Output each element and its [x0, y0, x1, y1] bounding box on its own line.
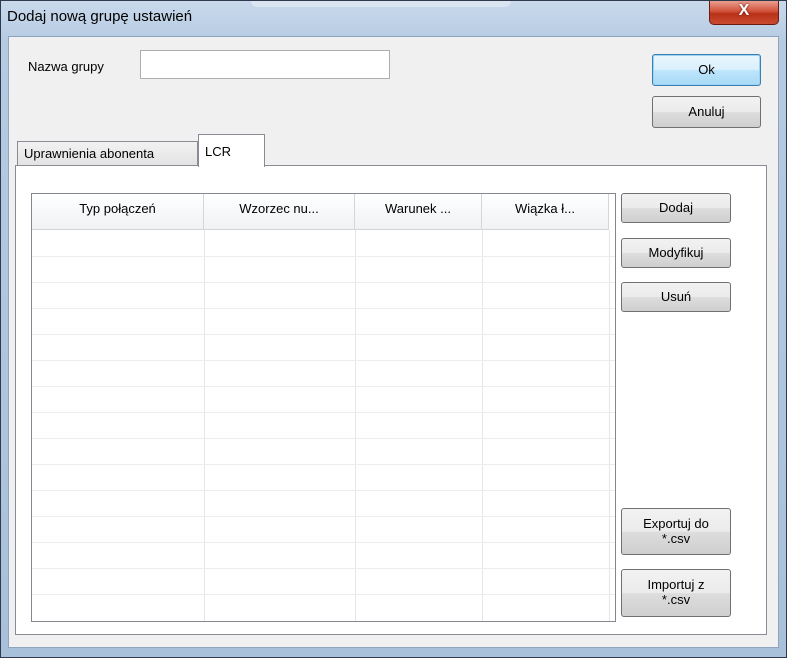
lcr-tab-panel: Typ połączeń Wzorzec nu... Warunek ... W… [15, 165, 767, 635]
row-divider [32, 542, 615, 543]
column-header-wzorzec[interactable]: Wzorzec nu... [204, 194, 355, 230]
ok-button[interactable]: Ok [652, 54, 761, 86]
column-divider [482, 230, 483, 621]
tab-uprawnienia-abonenta[interactable]: Uprawnienia abonenta [17, 141, 198, 166]
delete-button[interactable]: Usuń [621, 282, 731, 312]
row-divider [32, 308, 615, 309]
tab-lcr[interactable]: LCR [198, 134, 265, 167]
window-title: Dodaj nową grupę ustawień [7, 8, 193, 25]
import-csv-button[interactable]: Importuj z *.csv [621, 569, 731, 617]
row-divider [32, 360, 615, 361]
column-header-wiazka[interactable]: Wiązka ł... [482, 194, 609, 230]
group-name-label: Nazwa grupy [28, 59, 104, 74]
row-divider [32, 464, 615, 465]
export-csv-button[interactable]: Exportuj do *.csv [621, 508, 731, 555]
row-divider [32, 438, 615, 439]
column-header-warunek[interactable]: Warunek ... [355, 194, 482, 230]
row-divider [32, 412, 615, 413]
row-divider [32, 256, 615, 257]
close-icon: X [738, 2, 750, 19]
dialog-window: Dodaj nową grupę ustawień X Nazwa grupy … [0, 0, 787, 658]
add-button[interactable]: Dodaj [621, 193, 731, 223]
row-divider [32, 568, 615, 569]
title-bar[interactable]: Dodaj nową grupę ustawień X [1, 1, 787, 35]
row-divider [32, 516, 615, 517]
row-divider [32, 282, 615, 283]
lcr-table[interactable]: Typ połączeń Wzorzec nu... Warunek ... W… [31, 193, 616, 622]
column-header-typ-polaczen[interactable]: Typ połączeń [32, 194, 204, 230]
column-divider [609, 230, 610, 621]
row-divider [32, 334, 615, 335]
row-divider [32, 490, 615, 491]
row-divider [32, 594, 615, 595]
dialog-body: Nazwa grupy Ok Anuluj Uprawnienia abonen… [8, 36, 779, 648]
column-divider [355, 230, 356, 621]
close-button[interactable]: X [709, 1, 779, 25]
group-name-input[interactable] [140, 50, 390, 79]
modify-button[interactable]: Modyfikuj [621, 238, 731, 268]
column-divider [204, 230, 205, 621]
row-divider [32, 386, 615, 387]
title-bar-glass [251, 1, 511, 7]
cancel-button[interactable]: Anuluj [652, 96, 761, 128]
